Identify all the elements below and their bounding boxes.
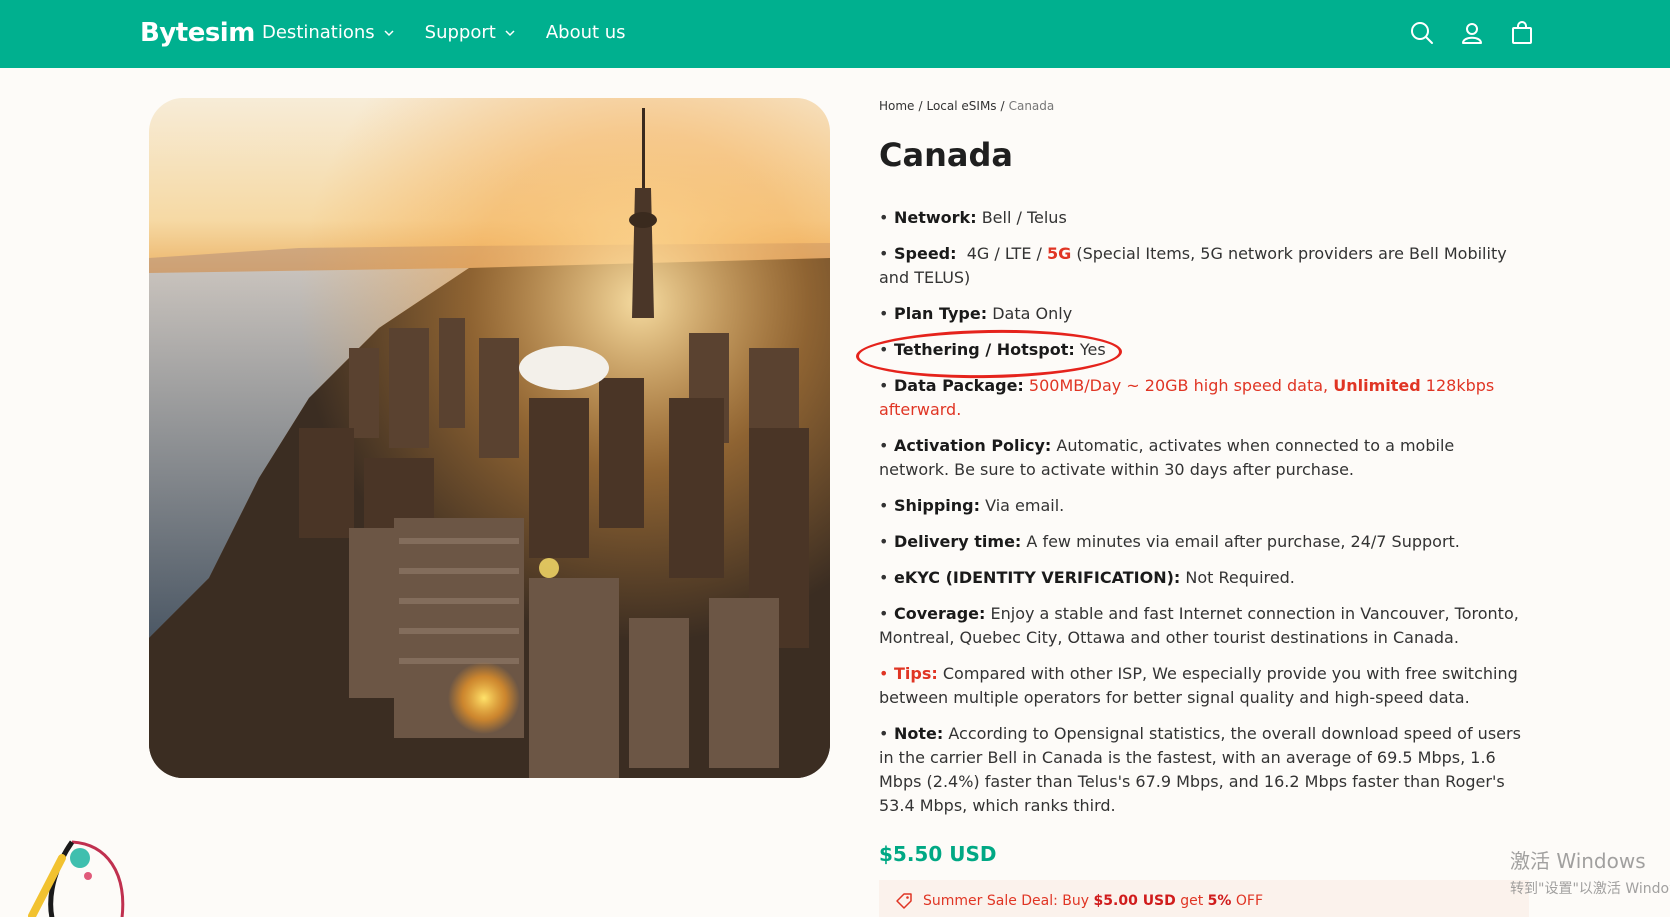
chevron-down-icon <box>505 29 515 36</box>
account-icon[interactable] <box>1459 20 1485 46</box>
spec-value: 500MB/Day ~ 20GB high speed data, <box>1028 376 1329 395</box>
toronto-skyline-image <box>149 98 830 778</box>
spec-label: eKYC (IDENTITY VERIFICATION): <box>894 568 1181 587</box>
spec-label: Coverage: <box>894 604 986 623</box>
spec-speed: • Speed: 4G / LTE / 5G (Special Items, 5G… <box>879 244 1507 287</box>
spec-value: Bell / Telus <box>981 208 1067 227</box>
spec-tips: • Tips: Compared with other ISP, We espec… <box>879 664 1518 707</box>
spec-data-package: • Data Package: 500MB/Day ~ 20GB high spe… <box>879 376 1495 419</box>
cart-icon[interactable] <box>1509 20 1535 46</box>
spec-delivery: • Delivery time: A few minutes via email … <box>879 532 1460 551</box>
spec-label: Activation Policy: <box>894 436 1052 455</box>
header-icons <box>1409 20 1535 46</box>
breadcrumb: Home / Local eSIMs / Canada <box>879 99 1054 113</box>
spec-activation: • Activation Policy: Automatic, activates… <box>879 436 1455 479</box>
chat-widget-icon[interactable] <box>22 838 132 917</box>
breadcrumb-current: Canada <box>1008 99 1055 113</box>
summer-sale-deal: Summer Sale Deal: Buy $5.00 USD get 5% O… <box>879 880 1529 917</box>
spec-label: Tips: <box>894 664 938 683</box>
spec-shipping: • Shipping: Via email. <box>879 496 1065 515</box>
deal-text: OFF <box>1235 893 1264 909</box>
spec-value: 4G / LTE / <box>966 244 1042 263</box>
product-image[interactable] <box>149 98 830 778</box>
search-icon[interactable] <box>1409 20 1435 46</box>
site-header: Bytesim Destinations Support About us <box>0 0 1670 68</box>
product-price: $5.50 USD <box>879 842 997 866</box>
spec-label: Data Package: <box>894 376 1024 395</box>
spec-unlimited: Unlimited <box>1333 376 1421 395</box>
nav-support[interactable]: Support <box>425 22 516 43</box>
breadcrumb-home[interactable]: Home <box>879 99 914 113</box>
spec-label: Delivery time: <box>894 532 1022 551</box>
watermark-title: 激活 Windows <box>1510 849 1646 873</box>
tag-icon <box>896 893 912 909</box>
spec-value: Not Required. <box>1185 568 1295 587</box>
site-logo[interactable]: Bytesim <box>140 18 255 48</box>
windows-activation-watermark: 激活 Windows 转到"设置"以激活 Windows。 <box>1510 845 1670 898</box>
chevron-down-icon <box>384 29 394 36</box>
breadcrumb-local-esims[interactable]: Local eSIMs <box>926 99 996 113</box>
spec-label: Note: <box>894 724 944 743</box>
spec-value: Data Only <box>992 304 1073 323</box>
nav-destinations-label: Destinations <box>262 22 375 43</box>
spec-coverage: • Coverage: Enjoy a stable and fast Inter… <box>879 604 1519 647</box>
breadcrumb-separator: / <box>918 99 923 113</box>
spec-ekyc: • eKYC (IDENTITY VERIFICATION): Not Requi… <box>879 568 1295 587</box>
deal-percent: 5% <box>1207 893 1232 909</box>
nav-destinations[interactable]: Destinations <box>262 22 395 43</box>
product-specs: • Network: Bell / Telus • Speed: 4G / LTE … <box>879 206 1529 830</box>
product-title: Canada <box>879 136 1013 174</box>
spec-network: • Network: Bell / Telus <box>879 208 1067 227</box>
watermark-subtitle: 转到"设置"以激活 Windows。 <box>1510 881 1670 897</box>
spec-note: • Note: According to Opensignal statistic… <box>879 724 1521 815</box>
breadcrumb-separator: / <box>1000 99 1005 113</box>
spec-label: Plan Type: <box>894 304 988 323</box>
main-nav: Destinations Support About us <box>262 22 656 43</box>
nav-support-label: Support <box>424 22 496 43</box>
spec-label: Network: <box>894 208 977 227</box>
deal-text: get <box>1180 893 1204 909</box>
spec-value: According to Opensignal statistics, the … <box>879 724 1521 815</box>
spec-label: Speed: <box>894 244 957 263</box>
nav-about-us[interactable]: About us <box>546 22 626 43</box>
deal-amount: $5.00 USD <box>1093 893 1176 909</box>
deal-text: Summer Sale Deal: Buy <box>923 893 1090 909</box>
spec-5g: 5G <box>1047 244 1072 263</box>
spec-value: Via email. <box>985 496 1065 515</box>
spec-label: Shipping: <box>894 496 981 515</box>
spec-plan-type: • Plan Type: Data Only <box>879 304 1073 323</box>
spec-value: Compared with other ISP, We especially p… <box>879 664 1518 707</box>
spec-value: A few minutes via email after purchase, … <box>1026 532 1460 551</box>
nav-about-label: About us <box>545 22 626 43</box>
